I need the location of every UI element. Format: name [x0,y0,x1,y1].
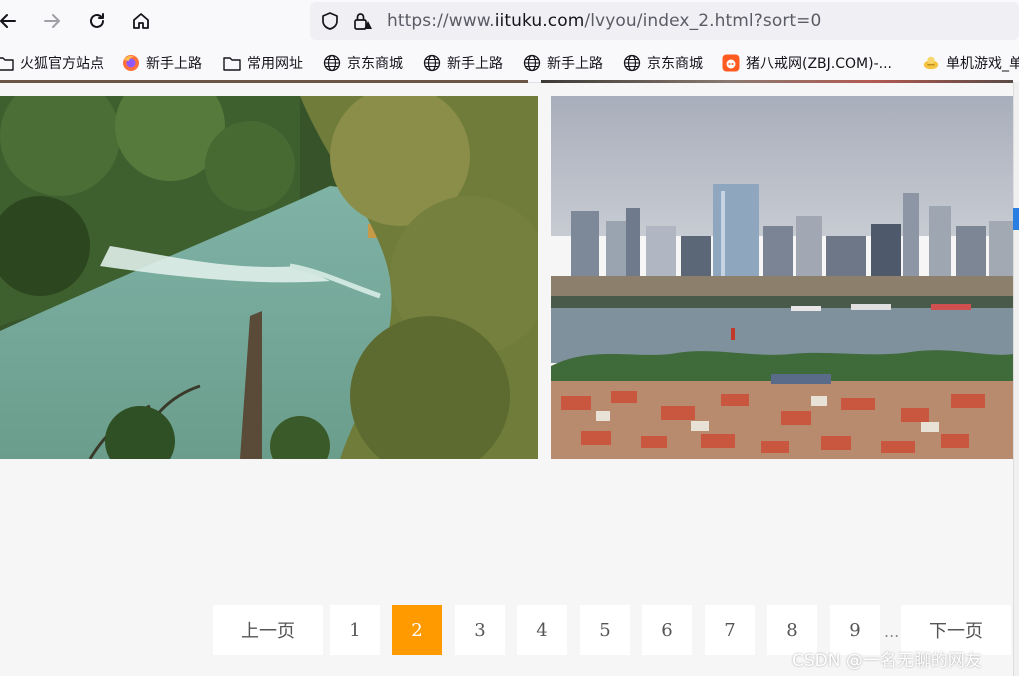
bookmark-label: 京东商城 [647,56,703,72]
game-icon [922,54,940,72]
bookmark-item[interactable]: 单机游戏_单 [922,52,1019,74]
pagination-ellipsis: ... [884,622,900,641]
bookmark-label: 猪八戒网(ZBJ.COM)-... [746,56,892,72]
page-button-6[interactable]: 6 [642,605,692,655]
browser-toolbar: https://www.iituku.com/lvyou/index_2.htm… [0,0,1019,42]
bookmark-label: 京东商城 [347,56,403,72]
bookmark-item[interactable]: 新手上路 [122,52,202,74]
bookmark-label: 新手上路 [146,56,202,72]
lock-warning-icon[interactable] [352,11,374,31]
bookmark-item[interactable]: 新手上路 [523,52,603,74]
page-button-7[interactable]: 7 [705,605,755,655]
globe-icon [323,54,341,72]
firefox-icon [122,54,140,72]
scrollbar-marker[interactable] [1013,208,1019,230]
globe-icon [423,54,441,72]
bookmark-item[interactable]: 京东商城 [323,52,403,74]
zbj-icon [722,54,740,72]
back-button[interactable] [0,7,22,35]
bookmark-label: 单机游戏_单 [946,56,1019,72]
bookmark-label: 新手上路 [447,56,503,72]
url-host: iituku.com [494,11,585,31]
folder-icon [223,54,241,72]
prev-page-button[interactable]: 上一页 [213,605,323,655]
home-button[interactable] [127,7,155,35]
image-strip-top [0,80,528,83]
page-button-1[interactable]: 1 [330,605,380,655]
bookmark-item[interactable]: 常用网址 [223,52,303,74]
page-button-4[interactable]: 4 [517,605,567,655]
bookmark-item[interactable]: 京东商城 [623,52,703,74]
bookmark-item[interactable]: 猪八戒网(ZBJ.COM)-... [722,52,892,74]
forward-arrow-icon [44,14,60,28]
url-prefix: https://www. [387,11,495,31]
url-path: /lvyou/index_2.html?sort=0 [584,11,822,31]
page-scrollbar[interactable] [1013,82,1019,676]
folder-icon [0,54,14,72]
page-button-2-current[interactable]: 2 [392,605,442,655]
url-text[interactable]: https://www.iituku.com/lvyou/index_2.htm… [387,11,821,31]
bookmark-label: 火狐官方站点 [20,56,104,72]
travel-photo-city[interactable] [551,96,1013,459]
shield-icon[interactable] [320,11,340,31]
csdn-watermark: CSDN @一名无聊的网友 [792,651,982,671]
reload-icon [90,13,104,28]
page-button-3[interactable]: 3 [455,605,505,655]
bookmarks-bar: 火狐官方站点 新手上路 常用网址 京东商城 新手上路 新手上路 京东商城 猪八戒… [0,42,1019,83]
bookmark-label: 常用网址 [247,56,303,72]
home-icon [133,13,149,29]
globe-icon [523,54,541,72]
city-skyline-image [551,96,1013,459]
url-bar[interactable]: https://www.iituku.com/lvyou/index_2.htm… [310,2,1019,40]
bookmark-item[interactable]: 新手上路 [423,52,503,74]
reload-button[interactable] [83,7,111,35]
bookmark-label: 新手上路 [547,56,603,72]
forward-button[interactable] [38,7,66,35]
river-waterfall-image [0,96,538,459]
page-button-5[interactable]: 5 [580,605,630,655]
back-arrow-icon [0,14,16,28]
bookmark-item[interactable]: 火狐官方站点 [0,52,104,74]
globe-icon [623,54,641,72]
travel-photo-river[interactable] [0,96,538,459]
image-strip-top [541,80,1013,83]
